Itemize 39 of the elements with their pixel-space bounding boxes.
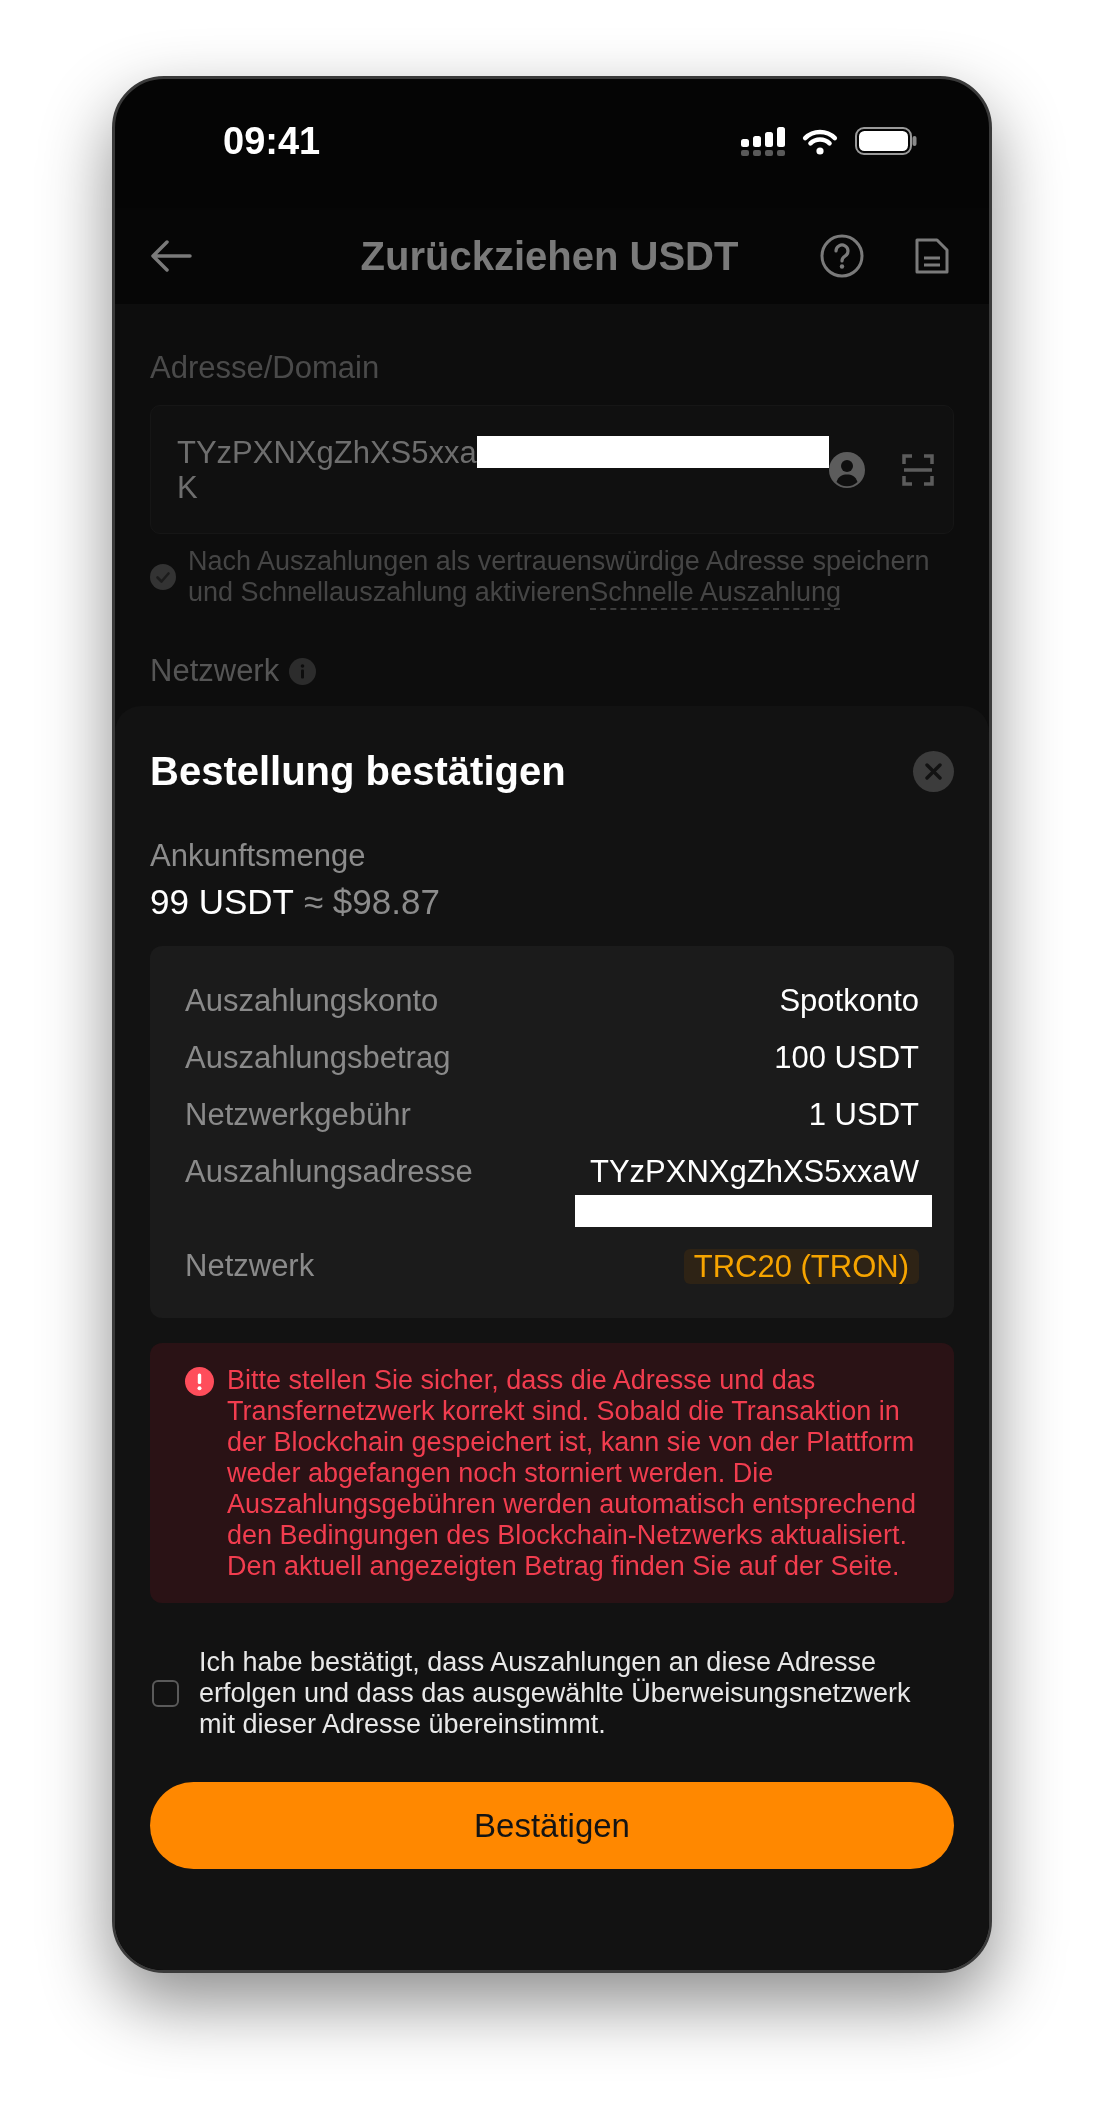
agreement-checkbox[interactable]	[152, 1680, 179, 1707]
close-icon	[925, 762, 942, 780]
person-icon[interactable]	[828, 451, 865, 488]
detail-value: TYzPXNXgZhXS5xxaW	[589, 1154, 919, 1190]
address-value: K	[177, 469, 198, 505]
address-label: Adresse/Domain	[150, 350, 380, 386]
arrival-amount: 99 USDT	[150, 882, 294, 922]
battery-icon	[855, 127, 917, 155]
save-address-checkbox[interactable]	[150, 564, 176, 590]
network-tag: TRC20 (TRON)	[683, 1248, 919, 1284]
status-time: 09:41	[223, 119, 321, 163]
page-title: Zurückziehen USDT	[360, 233, 739, 279]
confirm-button[interactable]: Bestätigen	[150, 1782, 954, 1869]
save-address-text: Nach Auszahlungen als vertrauenswürdige Adresse speichern und Schnellauszahlung aktivierenSchnelle Auszahlung	[188, 546, 931, 608]
arrival-fiat-value: ≈ $98.87	[303, 882, 440, 922]
help-icon[interactable]	[820, 234, 864, 278]
address-value: TYzPXNXgZhXS5xxa	[177, 434, 477, 470]
detail-label: Auszahlungsbetrag	[185, 1040, 451, 1076]
arrival-label: Ankunftsmenge	[150, 838, 366, 874]
network-label: Netzwerk	[150, 653, 280, 689]
detail-value: 100 USDT	[774, 1040, 919, 1076]
fast-withdrawal-link[interactable]: Schnelle Auszahlung	[590, 577, 841, 607]
warning-text: Bitte stellen Sie sicher, dass die Adresse und das Transfernetzwerk korrekt sind. Sobald die Transaktion in der Blockchain gespeichert ist, kann sie von der Plattform weder abgefangen noch storniert werden. Die Auszahlungsgebühren werden automatisch entsprechend den Bedingungen des Blockchain-Netzwerks aktualisiert. Den aktuell angezeigten Betrag finden Sie auf der Seite.	[227, 1365, 917, 1582]
detail-value: 1 USDT	[808, 1097, 919, 1133]
detail-label: Auszahlungskonto	[185, 983, 439, 1019]
back-arrow-icon[interactable]	[150, 240, 192, 272]
close-button[interactable]	[913, 750, 954, 792]
address-field[interactable]: TYzPXNXgZhXS5xxa K	[150, 405, 954, 534]
document-icon[interactable]	[915, 238, 949, 274]
scan-frame-icon[interactable]	[901, 453, 934, 486]
detail-label: Netzwerkgebühr	[185, 1097, 411, 1133]
detail-label: Auszahlungsadresse	[185, 1154, 473, 1190]
detail-value: Spotkonto	[779, 983, 919, 1019]
wifi-icon	[801, 127, 839, 155]
signal-icon	[741, 126, 785, 156]
agreement-text: Ich habe bestätigt, dass Auszahlungen an diese Adresse erfolgen und dass das ausgewählte Überweisungsnetzwerk mit dieser Adresse übereinstimmt.	[199, 1647, 912, 1740]
dialog-title: Bestellung bestätigen	[150, 748, 566, 794]
warning-icon	[185, 1367, 214, 1396]
detail-label: Netzwerk	[185, 1248, 315, 1284]
